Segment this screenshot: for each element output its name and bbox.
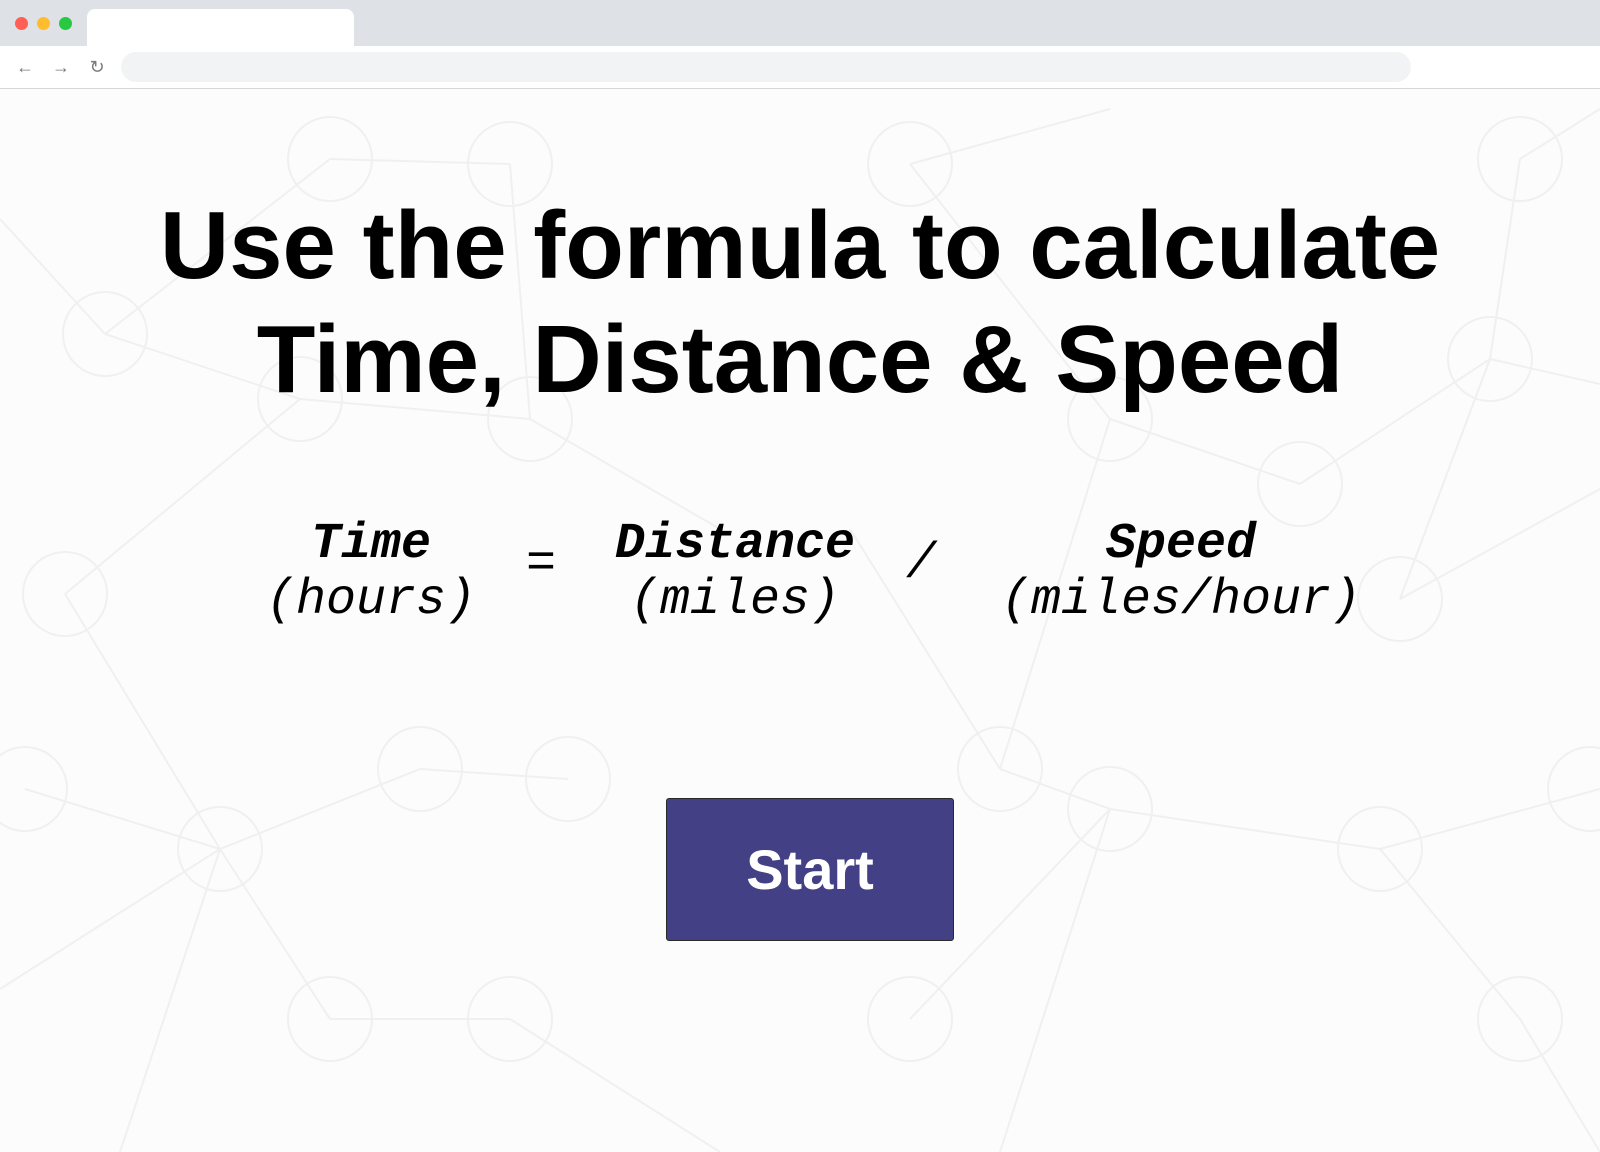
formula-distance: Distance (miles): [590, 517, 880, 629]
back-arrow-icon[interactable]: ←: [12, 54, 38, 80]
maximize-window-dot[interactable]: [59, 17, 72, 30]
formula-time: Time (hours): [246, 517, 496, 629]
forward-arrow-icon[interactable]: →: [48, 54, 74, 80]
browser-tab[interactable]: [87, 9, 354, 46]
reload-icon[interactable]: ↻: [84, 54, 110, 80]
title-line-1: Use the formula to calculate: [159, 192, 1441, 299]
speed-unit: (miles/hour): [1000, 572, 1362, 629]
distance-term: Distance: [614, 516, 856, 573]
tab-strip: [0, 0, 1600, 46]
speed-term: Speed: [1105, 516, 1257, 573]
minimize-window-dot[interactable]: [37, 17, 50, 30]
start-button[interactable]: Start: [666, 798, 954, 941]
time-term: Time: [310, 516, 432, 573]
equals-sign: =: [526, 536, 557, 593]
distance-unit: (miles): [629, 572, 841, 629]
browser-toolbar: ← → ↻: [0, 46, 1600, 89]
time-unit: (hours): [265, 572, 477, 629]
page-content: Use the formula to calculate Time, Dista…: [0, 89, 1600, 1152]
formula-speed: Speed (miles/hour): [976, 517, 1386, 629]
divide-sign: /: [906, 536, 937, 593]
title-line-2: Time, Distance & Speed: [256, 306, 1344, 413]
address-bar[interactable]: [121, 52, 1411, 82]
page-title: Use the formula to calculate Time, Dista…: [0, 189, 1600, 417]
browser-window: ← → ↻ Use the formula to calculate Time,…: [0, 0, 1600, 1152]
close-window-dot[interactable]: [15, 17, 28, 30]
